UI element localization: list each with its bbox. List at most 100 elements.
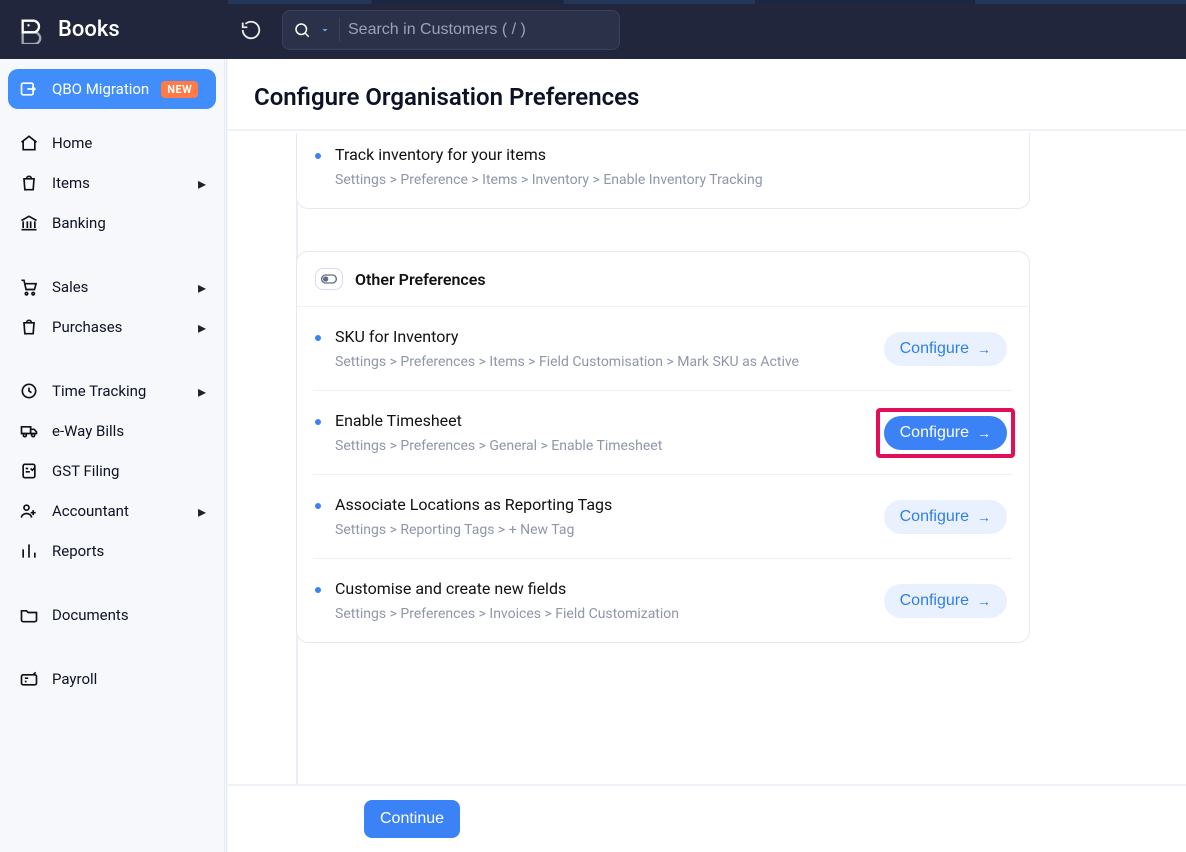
bullet-icon [315,153,321,159]
footer: Continue [228,784,1186,852]
pref-row-track-inventory: Track inventory for your items Settings … [313,133,1013,208]
refresh-icon[interactable] [240,19,262,41]
pref-path: Settings > Preferences > General > Enabl… [335,438,870,454]
configure-button-locations[interactable]: Configure → [884,500,1007,534]
content: Track inventory for your items Settings … [296,133,1186,784]
pref-path: Settings > Preferences > Invoices > Fiel… [335,606,870,622]
pref-path: Settings > Preference > Items > Inventor… [335,172,1007,188]
sidebar-item-label: Payroll [52,670,97,688]
divider [226,59,227,852]
button-label: Configure [900,508,969,526]
sidebar-item-qbo-migration[interactable]: QBO Migration NEW [8,69,216,109]
sidebar-item-label: Items [52,174,90,192]
button-label: Configure [900,340,969,358]
brand-name: Books [58,17,120,42]
arrow-right-icon: → [977,425,991,441]
search-input[interactable] [348,21,609,39]
configure-button-timesheet[interactable]: Configure → [884,416,1007,450]
arrow-right-icon: → [977,509,991,525]
sidebar-item-label: Time Tracking [52,382,146,400]
page-title: Configure Organisation Preferences [228,59,1186,129]
sidebar-item-label: Sales [52,278,88,296]
folder-icon [18,605,40,625]
arrow-right-icon: → [977,341,991,357]
sidebar-item-gst-filing[interactable]: GST Filing [8,451,216,491]
chevron-right-icon: ▸ [198,502,206,521]
sidebar-item-reports[interactable]: Reports [8,531,216,571]
bullet-icon [315,587,321,593]
button-label: Configure [900,592,969,610]
books-logo-icon [18,16,46,44]
sidebar-item-payroll[interactable]: Payroll [8,659,216,699]
divider [228,129,1186,131]
brand[interactable]: Books [0,0,225,59]
pref-path: Settings > Preferences > Items > Field C… [335,354,870,370]
new-badge: NEW [161,81,198,98]
accountant-icon [18,501,40,521]
configure-button-sku[interactable]: Configure → [884,332,1007,366]
sidebar-item-items[interactable]: Items ▸ [8,163,216,203]
sidebar-item-label: Banking [52,214,106,232]
pref-title: SKU for Inventory [335,327,870,346]
truck-icon [18,421,40,441]
items-icon [18,173,40,193]
search-field[interactable] [282,10,620,50]
card-title: Other Preferences [355,270,486,289]
sidebar-item-home[interactable]: Home [8,123,216,163]
chevron-right-icon: ▸ [198,318,206,337]
pref-title: Customise and create new fields [335,579,870,598]
sidebar-item-purchases[interactable]: Purchases ▸ [8,307,216,347]
chevron-right-icon: ▸ [198,278,206,297]
sidebar-item-label: QBO Migration [52,80,149,98]
payroll-icon [18,669,40,689]
search-scope-caret-icon[interactable] [319,24,331,36]
reports-icon [18,541,40,561]
sidebar-item-label: Purchases [52,318,122,336]
bullet-icon [315,335,321,341]
pref-row-sku: SKU for Inventory Settings > Preferences… [313,307,1013,390]
sidebar-item-sales[interactable]: Sales ▸ [8,267,216,307]
chevron-right-icon: ▸ [198,174,206,193]
button-label: Continue [380,810,444,827]
arrow-right-icon: → [977,593,991,609]
search-icon [293,21,311,39]
banking-icon [18,213,40,233]
topbar: Books [0,0,1186,59]
sidebar-item-accountant[interactable]: Accountant ▸ [8,491,216,531]
configure-button-custom-fields[interactable]: Configure → [884,584,1007,618]
sidebar-item-eway-bills[interactable]: e-Way Bills [8,411,216,451]
pref-path: Settings > Reporting Tags > + New Tag [335,522,870,538]
pref-title: Associate Locations as Reporting Tags [335,495,870,514]
bullet-icon [315,503,321,509]
sidebar-item-label: GST Filing [52,462,119,480]
sidebar-item-label: Reports [52,542,104,560]
sidebar-item-label: Documents [52,606,129,624]
sidebar-item-label: Home [52,134,92,152]
card-header: Other Preferences [297,252,1029,307]
sidebar-item-banking[interactable]: Banking [8,203,216,243]
sidebar-item-time-tracking[interactable]: Time Tracking ▸ [8,371,216,411]
continue-button[interactable]: Continue [364,800,460,838]
bullet-icon [315,419,321,425]
pref-row-locations: Associate Locations as Reporting Tags Se… [313,474,1013,558]
other-preferences-card: Other Preferences SKU for Inventory Sett… [296,251,1030,643]
top-accent-stripe [228,0,1186,4]
sidebar-item-label: e-Way Bills [52,422,124,440]
pref-title: Enable Timesheet [335,411,870,430]
clock-icon [18,381,40,401]
preferences-card-partial: Track inventory for your items Settings … [296,133,1030,209]
home-icon [18,133,40,153]
sidebar: QBO Migration NEW Home Items ▸ Banking [0,59,225,852]
pref-row-timesheet: Enable Timesheet Settings > Preferences … [313,390,1013,474]
pref-row-custom-fields: Customise and create new fields Settings… [313,558,1013,642]
main: Configure Organisation Preferences Track… [228,59,1186,852]
gst-icon [18,461,40,481]
button-label: Configure [900,424,969,442]
pref-title: Track inventory for your items [335,145,1007,164]
purchases-icon [18,317,40,337]
sales-icon [18,277,40,297]
sidebar-item-documents[interactable]: Documents [8,595,216,635]
migration-icon [18,79,40,99]
sidebar-item-label: Accountant [52,502,129,520]
chevron-right-icon: ▸ [198,382,206,401]
